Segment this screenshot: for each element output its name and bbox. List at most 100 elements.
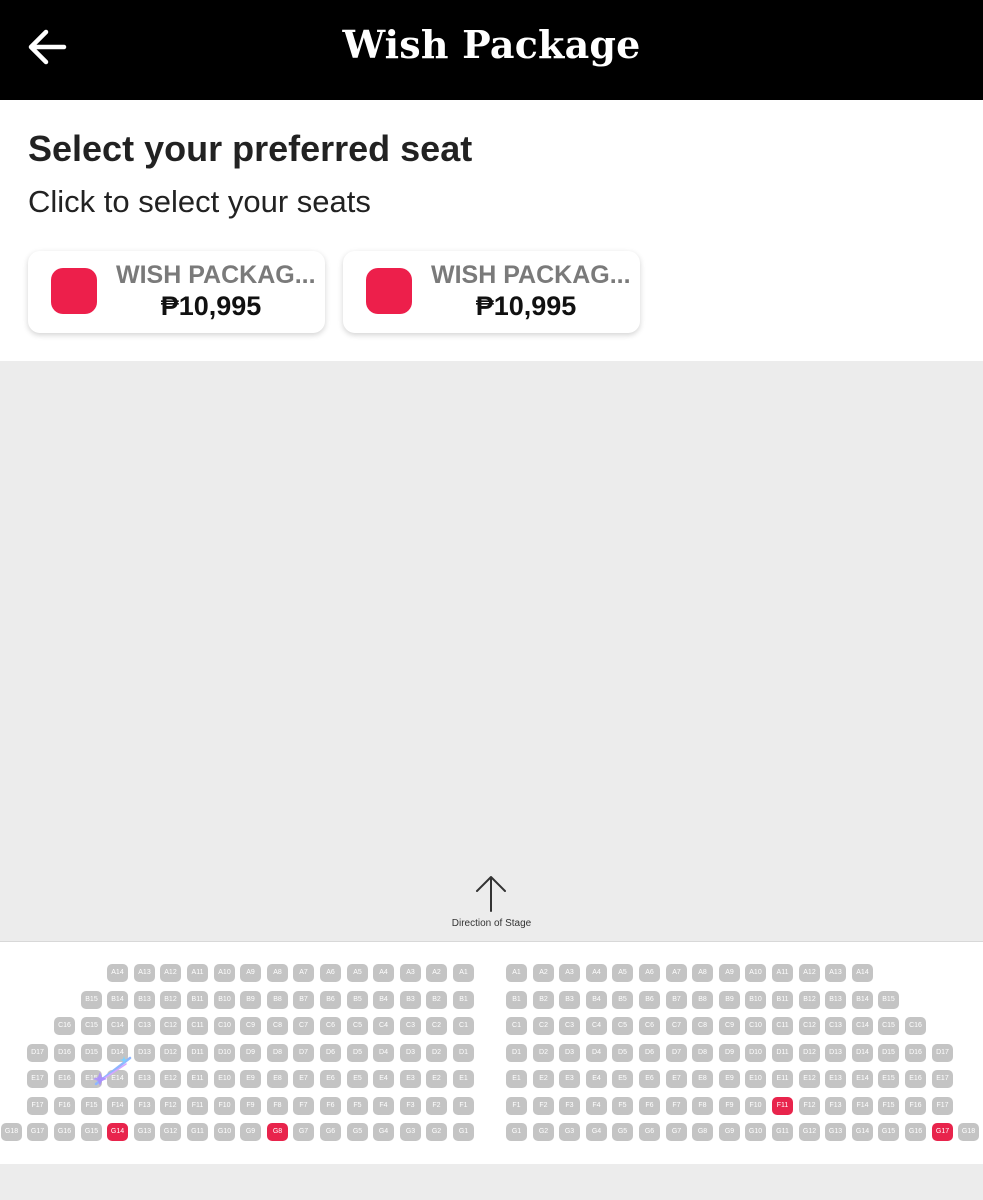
seat-left-g16[interactable]: G16: [54, 1123, 75, 1141]
seat-right-d3[interactable]: D3: [559, 1044, 580, 1062]
seat-right-f6[interactable]: F6: [639, 1097, 660, 1115]
seat-right-d1[interactable]: D1: [506, 1044, 527, 1062]
seat-right-d12[interactable]: D12: [799, 1044, 820, 1062]
seat-left-c14[interactable]: C14: [107, 1017, 128, 1035]
seat-left-e2[interactable]: E2: [426, 1070, 447, 1088]
seat-left-d10[interactable]: D10: [214, 1044, 235, 1062]
seat-right-e2[interactable]: E2: [533, 1070, 554, 1088]
seat-left-d4[interactable]: D4: [373, 1044, 394, 1062]
seat-right-e11[interactable]: E11: [772, 1070, 793, 1088]
seat-right-f11[interactable]: F11: [772, 1097, 793, 1115]
seat-left-c10[interactable]: C10: [214, 1017, 235, 1035]
seat-left-g6[interactable]: G6: [320, 1123, 341, 1141]
seat-left-f10[interactable]: F10: [214, 1097, 235, 1115]
seat-right-e8[interactable]: E8: [692, 1070, 713, 1088]
seat-right-e4[interactable]: E4: [586, 1070, 607, 1088]
seat-right-c9[interactable]: C9: [719, 1017, 740, 1035]
seat-left-c5[interactable]: C5: [347, 1017, 368, 1035]
seat-right-b9[interactable]: B9: [719, 991, 740, 1009]
seat-left-g4[interactable]: G4: [373, 1123, 394, 1141]
seat-left-f17[interactable]: F17: [27, 1097, 48, 1115]
seat-right-d2[interactable]: D2: [533, 1044, 554, 1062]
seat-right-d8[interactable]: D8: [692, 1044, 713, 1062]
seat-right-f9[interactable]: F9: [719, 1097, 740, 1115]
seat-left-e11[interactable]: E11: [187, 1070, 208, 1088]
seat-left-f12[interactable]: F12: [160, 1097, 181, 1115]
seat-right-f1[interactable]: F1: [506, 1097, 527, 1115]
seat-right-f14[interactable]: F14: [852, 1097, 873, 1115]
seat-right-e6[interactable]: E6: [639, 1070, 660, 1088]
seat-left-g11[interactable]: G11: [187, 1123, 208, 1141]
seat-right-d5[interactable]: D5: [612, 1044, 633, 1062]
seat-right-f8[interactable]: F8: [692, 1097, 713, 1115]
seat-right-d7[interactable]: D7: [666, 1044, 687, 1062]
seat-right-d9[interactable]: D9: [719, 1044, 740, 1062]
seat-left-e13[interactable]: E13: [134, 1070, 155, 1088]
seat-left-b13[interactable]: B13: [134, 991, 155, 1009]
seat-left-d16[interactable]: D16: [54, 1044, 75, 1062]
seat-right-a11[interactable]: A11: [772, 964, 793, 982]
seat-left-d17[interactable]: D17: [27, 1044, 48, 1062]
seat-right-g8[interactable]: G8: [692, 1123, 713, 1141]
seat-left-f13[interactable]: F13: [134, 1097, 155, 1115]
seat-right-c6[interactable]: C6: [639, 1017, 660, 1035]
seat-right-f17[interactable]: F17: [932, 1097, 953, 1115]
seat-right-d10[interactable]: D10: [745, 1044, 766, 1062]
seat-right-a12[interactable]: A12: [799, 964, 820, 982]
seat-left-a4[interactable]: A4: [373, 964, 394, 982]
seat-right-a9[interactable]: A9: [719, 964, 740, 982]
seat-right-g2[interactable]: G2: [533, 1123, 554, 1141]
seat-right-f16[interactable]: F16: [905, 1097, 926, 1115]
seat-left-g1[interactable]: G1: [453, 1123, 474, 1141]
seat-right-a1[interactable]: A1: [506, 964, 527, 982]
seat-right-g4[interactable]: G4: [586, 1123, 607, 1141]
seat-left-b15[interactable]: B15: [81, 991, 102, 1009]
seat-left-d11[interactable]: D11: [187, 1044, 208, 1062]
seat-right-g3[interactable]: G3: [559, 1123, 580, 1141]
seat-right-e14[interactable]: E14: [852, 1070, 873, 1088]
seat-left-c13[interactable]: C13: [134, 1017, 155, 1035]
seat-left-g14[interactable]: G14: [107, 1123, 128, 1141]
seat-left-d6[interactable]: D6: [320, 1044, 341, 1062]
seat-left-d9[interactable]: D9: [240, 1044, 261, 1062]
seat-right-g6[interactable]: G6: [639, 1123, 660, 1141]
seat-left-b3[interactable]: B3: [400, 991, 421, 1009]
seat-right-c14[interactable]: C14: [852, 1017, 873, 1035]
seat-right-b11[interactable]: B11: [772, 991, 793, 1009]
seat-right-a10[interactable]: A10: [745, 964, 766, 982]
seat-right-b2[interactable]: B2: [533, 991, 554, 1009]
seat-right-e3[interactable]: E3: [559, 1070, 580, 1088]
seat-left-e8[interactable]: E8: [267, 1070, 288, 1088]
seat-left-e5[interactable]: E5: [347, 1070, 368, 1088]
seat-left-c2[interactable]: C2: [426, 1017, 447, 1035]
seat-left-d1[interactable]: D1: [453, 1044, 474, 1062]
seat-right-a5[interactable]: A5: [612, 964, 633, 982]
seat-right-b6[interactable]: B6: [639, 991, 660, 1009]
seat-right-b1[interactable]: B1: [506, 991, 527, 1009]
seat-left-b9[interactable]: B9: [240, 991, 261, 1009]
seat-left-f8[interactable]: F8: [267, 1097, 288, 1115]
seat-left-g7[interactable]: G7: [293, 1123, 314, 1141]
seat-right-f3[interactable]: F3: [559, 1097, 580, 1115]
seat-right-g17[interactable]: G17: [932, 1123, 953, 1141]
seat-right-d17[interactable]: D17: [932, 1044, 953, 1062]
seat-right-f2[interactable]: F2: [533, 1097, 554, 1115]
seat-right-a3[interactable]: A3: [559, 964, 580, 982]
seat-left-e14[interactable]: E14: [107, 1070, 128, 1088]
seat-right-e7[interactable]: E7: [666, 1070, 687, 1088]
seat-left-f4[interactable]: F4: [373, 1097, 394, 1115]
seat-left-a3[interactable]: A3: [400, 964, 421, 982]
seat-right-b10[interactable]: B10: [745, 991, 766, 1009]
seat-left-e6[interactable]: E6: [320, 1070, 341, 1088]
seat-right-g12[interactable]: G12: [799, 1123, 820, 1141]
seat-right-g18[interactable]: G18: [958, 1123, 979, 1141]
seat-left-a2[interactable]: A2: [426, 964, 447, 982]
seat-right-d15[interactable]: D15: [878, 1044, 899, 1062]
seat-right-g10[interactable]: G10: [745, 1123, 766, 1141]
seat-left-c8[interactable]: C8: [267, 1017, 288, 1035]
seat-right-a8[interactable]: A8: [692, 964, 713, 982]
seat-right-a6[interactable]: A6: [639, 964, 660, 982]
seat-left-c16[interactable]: C16: [54, 1017, 75, 1035]
seat-right-e17[interactable]: E17: [932, 1070, 953, 1088]
seat-left-c6[interactable]: C6: [320, 1017, 341, 1035]
